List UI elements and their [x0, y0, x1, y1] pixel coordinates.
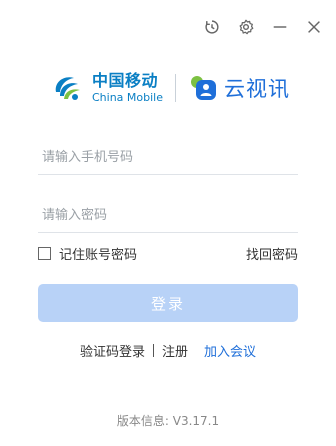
operator-name-en: China Mobile [92, 91, 164, 104]
remember-account[interactable]: 记住账号密码 [38, 244, 137, 263]
title-bar [202, 16, 324, 38]
product-name: 云视讯 [224, 77, 291, 101]
history-icon[interactable] [202, 17, 222, 37]
phone-input[interactable] [38, 140, 306, 174]
china-mobile-logo-icon [55, 77, 80, 100]
password-field [38, 198, 306, 233]
minimize-icon[interactable] [270, 17, 290, 37]
sms-login-link[interactable]: 验证码登录 [80, 341, 145, 360]
brand-header: 中国移动 China Mobile 云视讯 [50, 70, 290, 106]
cloud-video-logo-icon [191, 76, 217, 100]
operator-name-cn: 中国移动 [92, 71, 159, 90]
settings-gear-icon[interactable] [236, 17, 256, 37]
phone-field [38, 140, 306, 175]
login-button[interactable]: 登录 [38, 284, 298, 322]
close-icon[interactable] [304, 17, 324, 37]
join-meeting-link[interactable]: 加入会议 [204, 341, 256, 360]
alt-login-links: 验证码登录 注册 加入会议 [0, 341, 336, 360]
forgot-password-link[interactable]: 找回密码 [246, 244, 298, 263]
link-separator [152, 344, 154, 357]
register-link[interactable]: 注册 [162, 341, 188, 360]
version-info: 版本信息: V3.17.1 [116, 414, 220, 428]
remember-checkbox[interactable] [38, 247, 51, 260]
brand-divider [175, 74, 177, 102]
remember-label: 记住账号密码 [59, 248, 138, 263]
password-input[interactable] [38, 198, 306, 232]
